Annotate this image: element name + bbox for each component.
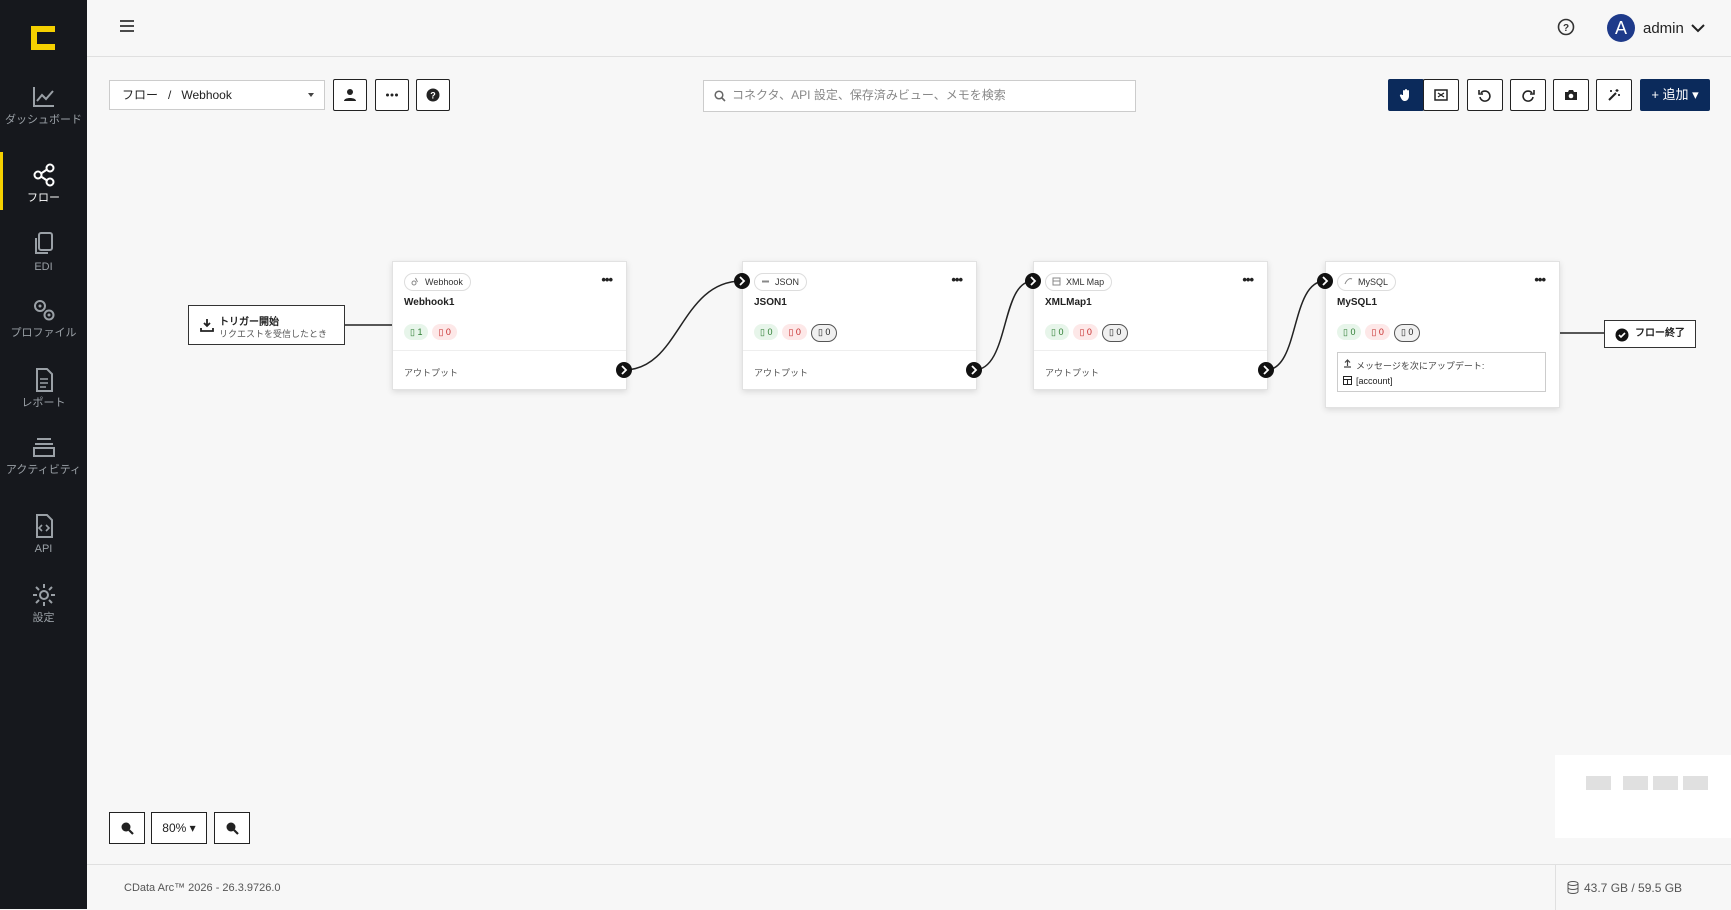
database-icon bbox=[1567, 881, 1579, 894]
connector-type-badge: MySQL bbox=[1337, 273, 1397, 291]
flow-end-node[interactable]: フロー終了 bbox=[1604, 320, 1696, 348]
pending-count-badge[interactable]: ▯ 0 bbox=[1393, 324, 1421, 342]
divider bbox=[1034, 350, 1267, 351]
mysql-icon bbox=[1344, 278, 1353, 285]
node-menu-button[interactable]: ••• bbox=[1242, 272, 1254, 287]
minimap-node bbox=[1653, 776, 1678, 790]
success-count-badge[interactable]: ▯ 0 bbox=[1045, 324, 1070, 340]
zoom-out-button[interactable] bbox=[214, 812, 250, 844]
success-count-badge[interactable]: ▯ 0 bbox=[754, 324, 779, 340]
node-menu-button[interactable]: ••• bbox=[1534, 272, 1546, 287]
check-circle-icon bbox=[1615, 328, 1629, 342]
error-count-badge[interactable]: ▯ 0 bbox=[432, 324, 457, 340]
input-port[interactable] bbox=[1025, 273, 1041, 289]
zoom-in-icon bbox=[121, 822, 134, 835]
json-icon bbox=[762, 280, 769, 283]
update-target-box[interactable]: メッセージを次にアップデート: [account] bbox=[1337, 352, 1546, 392]
xml-map-icon bbox=[1052, 277, 1061, 286]
connection-xmlmap-mysql bbox=[1265, 280, 1326, 371]
zoom-level-select[interactable]: 80% ▾ bbox=[151, 812, 207, 844]
success-count-badge[interactable]: ▯ 1 bbox=[404, 324, 429, 340]
divider bbox=[1555, 865, 1556, 910]
connection-webhook-json bbox=[623, 280, 743, 371]
error-count-badge[interactable]: ▯ 0 bbox=[1073, 324, 1098, 340]
input-port[interactable] bbox=[734, 273, 750, 289]
pending-count-badge[interactable]: ▯ 0 bbox=[1101, 324, 1129, 342]
divider bbox=[743, 350, 976, 351]
zoom-in-button[interactable] bbox=[109, 812, 145, 844]
output-label: アウトプット bbox=[754, 368, 809, 378]
minimap-node bbox=[1586, 776, 1611, 790]
node-menu-button[interactable]: ••• bbox=[951, 272, 963, 287]
output-label: アウトプット bbox=[1045, 368, 1100, 378]
storage-usage: 43.7 GB / 59.5 GB bbox=[1567, 881, 1682, 895]
trigger-subtitle: リクエストを受信したとき bbox=[219, 329, 328, 339]
input-port[interactable] bbox=[1317, 273, 1333, 289]
success-count-badge[interactable]: ▯ 0 bbox=[1337, 324, 1362, 340]
connector-type-badge: XML Map bbox=[1045, 273, 1113, 291]
node-name: MySQL1 bbox=[1337, 297, 1378, 308]
node-menu-button[interactable]: ••• bbox=[601, 272, 613, 287]
connector-type-badge: JSON bbox=[754, 273, 808, 291]
flow-node-webhook[interactable]: Webhook ••• Webhook1 ▯ 1 ▯ 0 アウトプット bbox=[392, 261, 627, 390]
error-count-badge[interactable]: ▯ 0 bbox=[1365, 324, 1390, 340]
footer: CData Arc™ 2026 - 26.3.9726.0 43.7 GB / … bbox=[87, 864, 1731, 910]
update-label: メッセージを次にアップデート: bbox=[1356, 361, 1485, 371]
node-name: JSON1 bbox=[754, 297, 787, 308]
flow-node-json[interactable]: JSON ••• JSON1 ▯ 0 ▯ 0 ▯ 0 アウトプット bbox=[742, 261, 977, 390]
trigger-start-node[interactable]: トリガー開始 リクエストを受信したとき bbox=[188, 305, 345, 345]
output-label: アウトプット bbox=[404, 368, 459, 378]
error-count-badge[interactable]: ▯ 0 bbox=[782, 324, 807, 340]
webhook-icon bbox=[411, 277, 418, 286]
flow-connections bbox=[345, 280, 1604, 371]
minimap[interactable] bbox=[1555, 755, 1731, 838]
chevron-right-icon bbox=[1322, 276, 1329, 286]
chevron-right-icon bbox=[739, 276, 746, 286]
chevron-right-icon bbox=[971, 365, 978, 375]
zoom-out-icon bbox=[226, 822, 239, 835]
chevron-right-icon bbox=[621, 365, 628, 375]
version-text: CData Arc™ 2026 - 26.3.9726.0 bbox=[124, 882, 281, 894]
divider bbox=[393, 350, 626, 351]
update-target: [account] bbox=[1356, 376, 1393, 386]
download-icon bbox=[200, 319, 214, 332]
minimap-node bbox=[1623, 776, 1648, 790]
chevron-right-icon bbox=[1263, 365, 1270, 375]
upload-icon bbox=[1344, 359, 1351, 368]
chevron-right-icon bbox=[1030, 276, 1037, 286]
flow-end-label: フロー終了 bbox=[1635, 328, 1685, 339]
output-port[interactable] bbox=[966, 362, 982, 378]
table-icon bbox=[1343, 376, 1352, 385]
output-port[interactable] bbox=[1258, 362, 1274, 378]
connection-json-xmlmap bbox=[973, 280, 1034, 371]
node-name: XMLMap1 bbox=[1045, 297, 1092, 308]
minimap-node bbox=[1683, 776, 1708, 790]
output-port[interactable] bbox=[616, 362, 632, 378]
pending-count-badge[interactable]: ▯ 0 bbox=[810, 324, 838, 342]
trigger-title: トリガー開始 bbox=[219, 317, 279, 328]
node-name: Webhook1 bbox=[404, 297, 455, 308]
connector-type-badge: Webhook bbox=[404, 273, 471, 291]
flow-node-xmlmap[interactable]: XML Map ••• XMLMap1 ▯ 0 ▯ 0 ▯ 0 アウトプット bbox=[1033, 261, 1268, 390]
flow-node-mysql[interactable]: MySQL ••• MySQL1 ▯ 0 ▯ 0 ▯ 0 メッセージを次にアップデー… bbox=[1325, 261, 1560, 408]
